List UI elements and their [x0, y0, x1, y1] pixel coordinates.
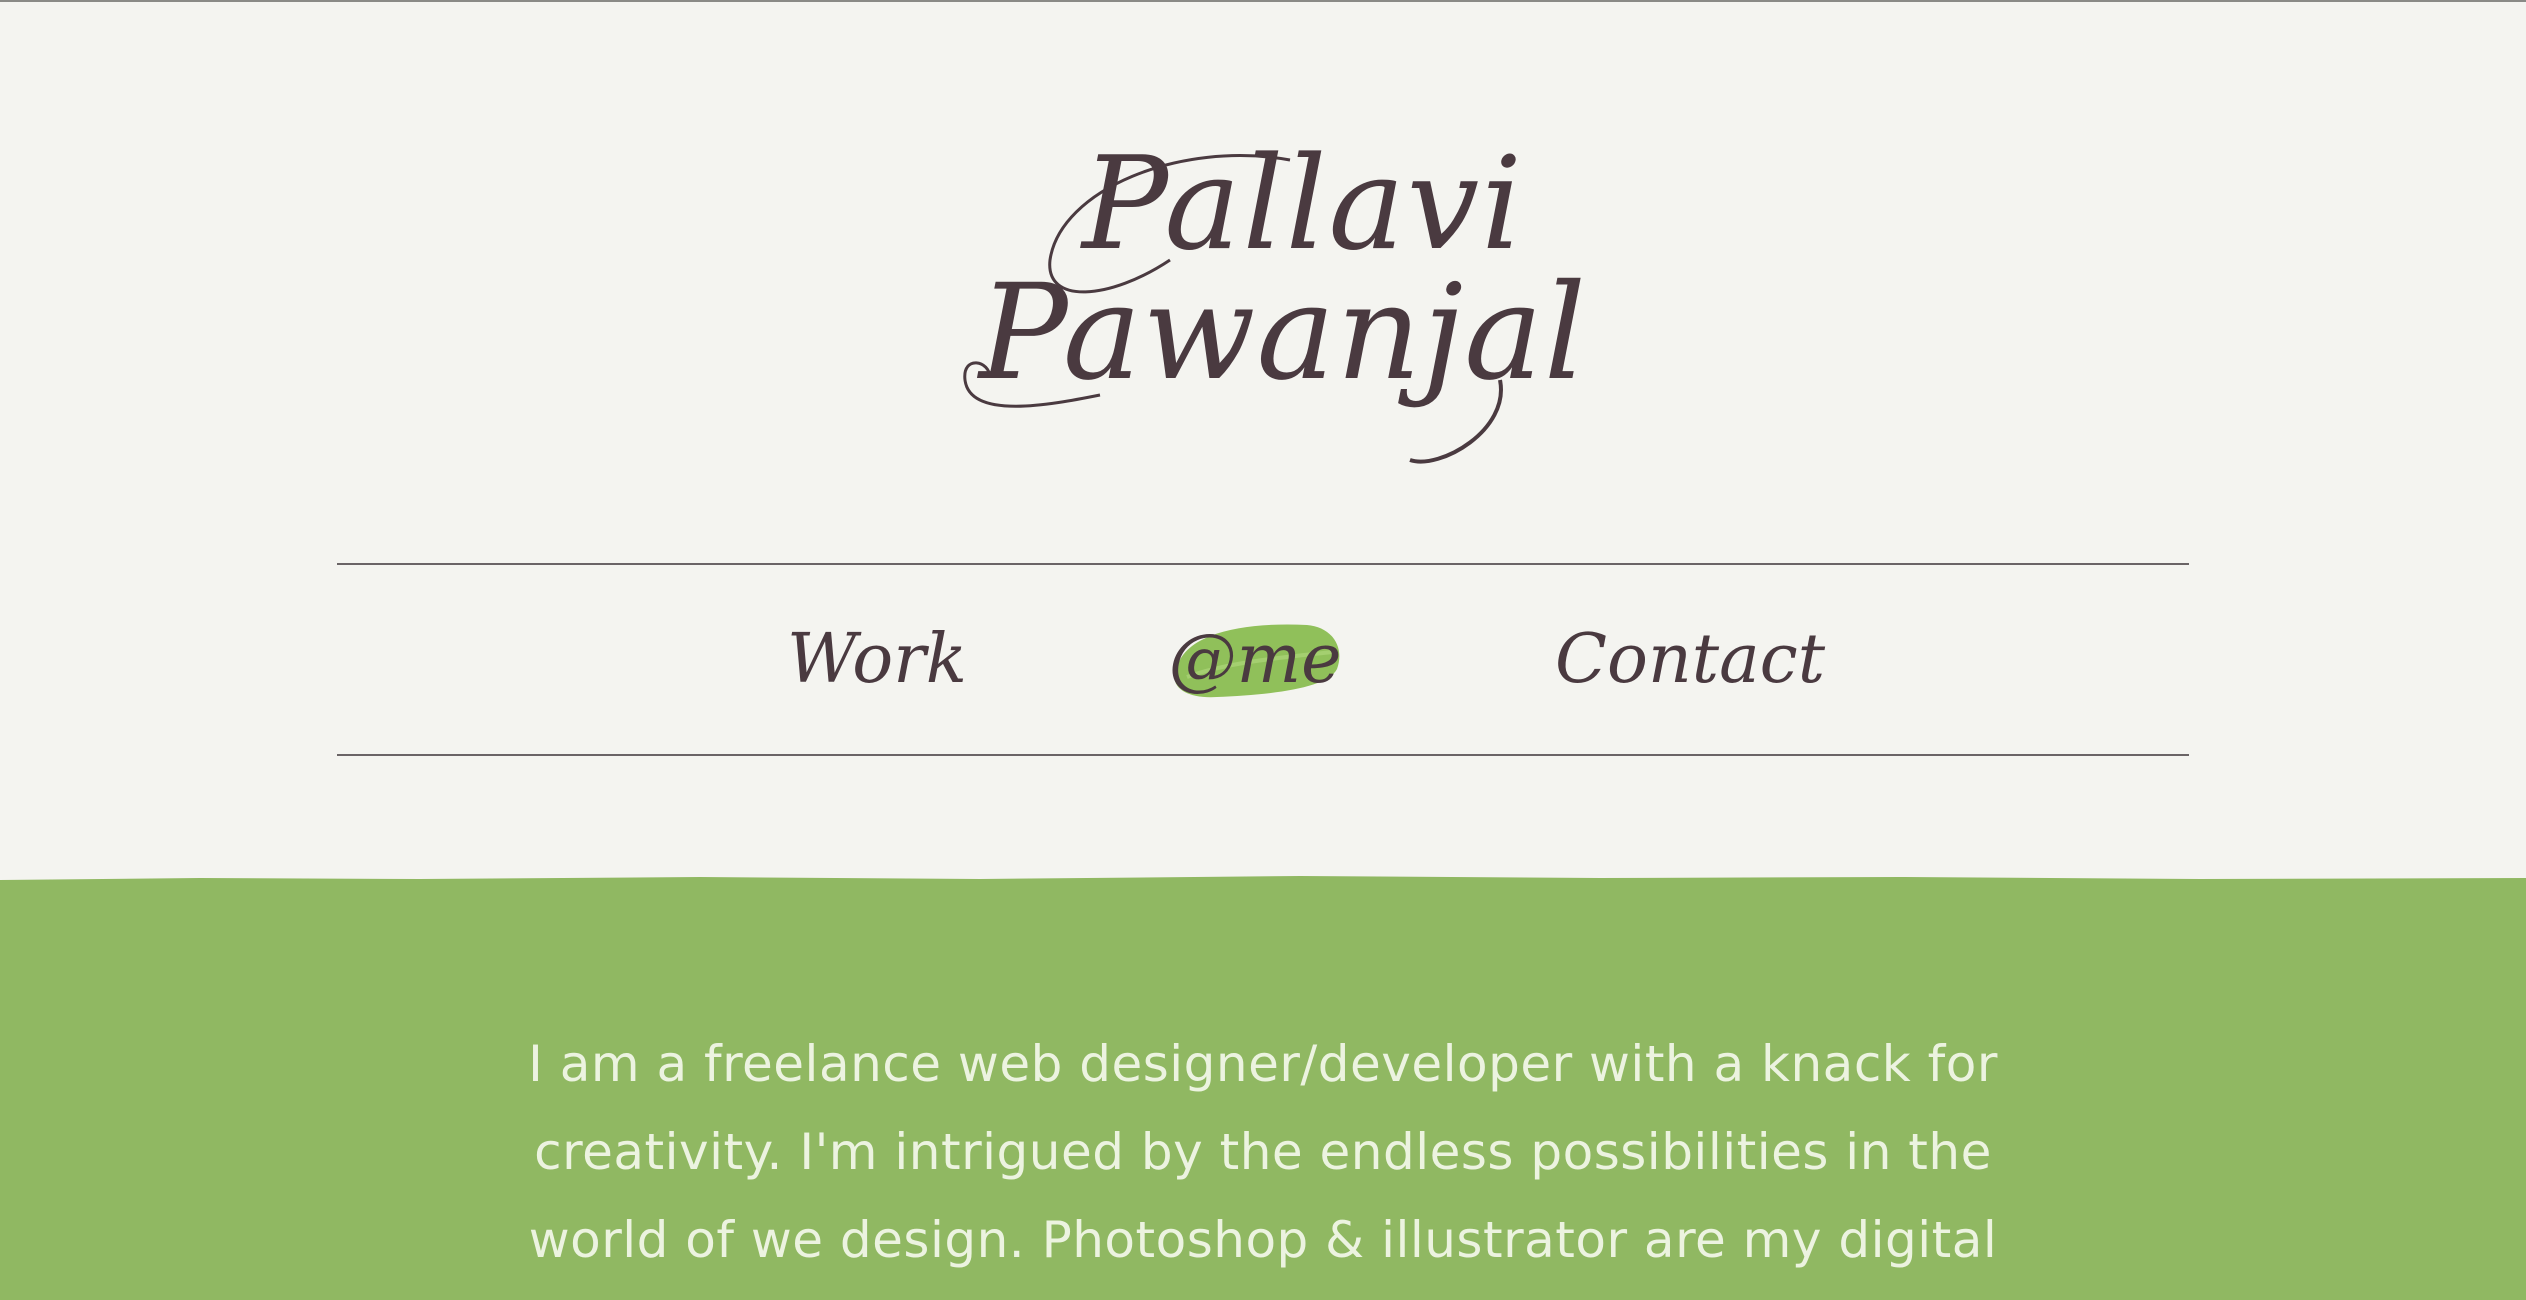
intro-line: world of we design. Photoshop & illustra… [528, 1211, 1998, 1269]
nav-item-me-label: @me [1168, 620, 1342, 699]
nav-divider-bottom [337, 754, 2189, 756]
intro-line: creativity. I'm intrigued by the endless… [534, 1123, 1992, 1181]
nav-item-me[interactable]: @me [1155, 605, 1355, 715]
intro-text: I am a freelance web designer/developer … [480, 1020, 2046, 1284]
site-logo[interactable]: Pallavi Pawanjal [0, 130, 2526, 490]
nav-item-contact[interactable]: Contact [1555, 605, 1825, 715]
intro-line: I am a freelance web designer/developer … [528, 1035, 1998, 1093]
nav-item-work[interactable]: Work [777, 605, 977, 715]
main-nav: Work @me Contact [337, 565, 2189, 754]
logo-last-name: Pawanjal [978, 256, 1588, 410]
